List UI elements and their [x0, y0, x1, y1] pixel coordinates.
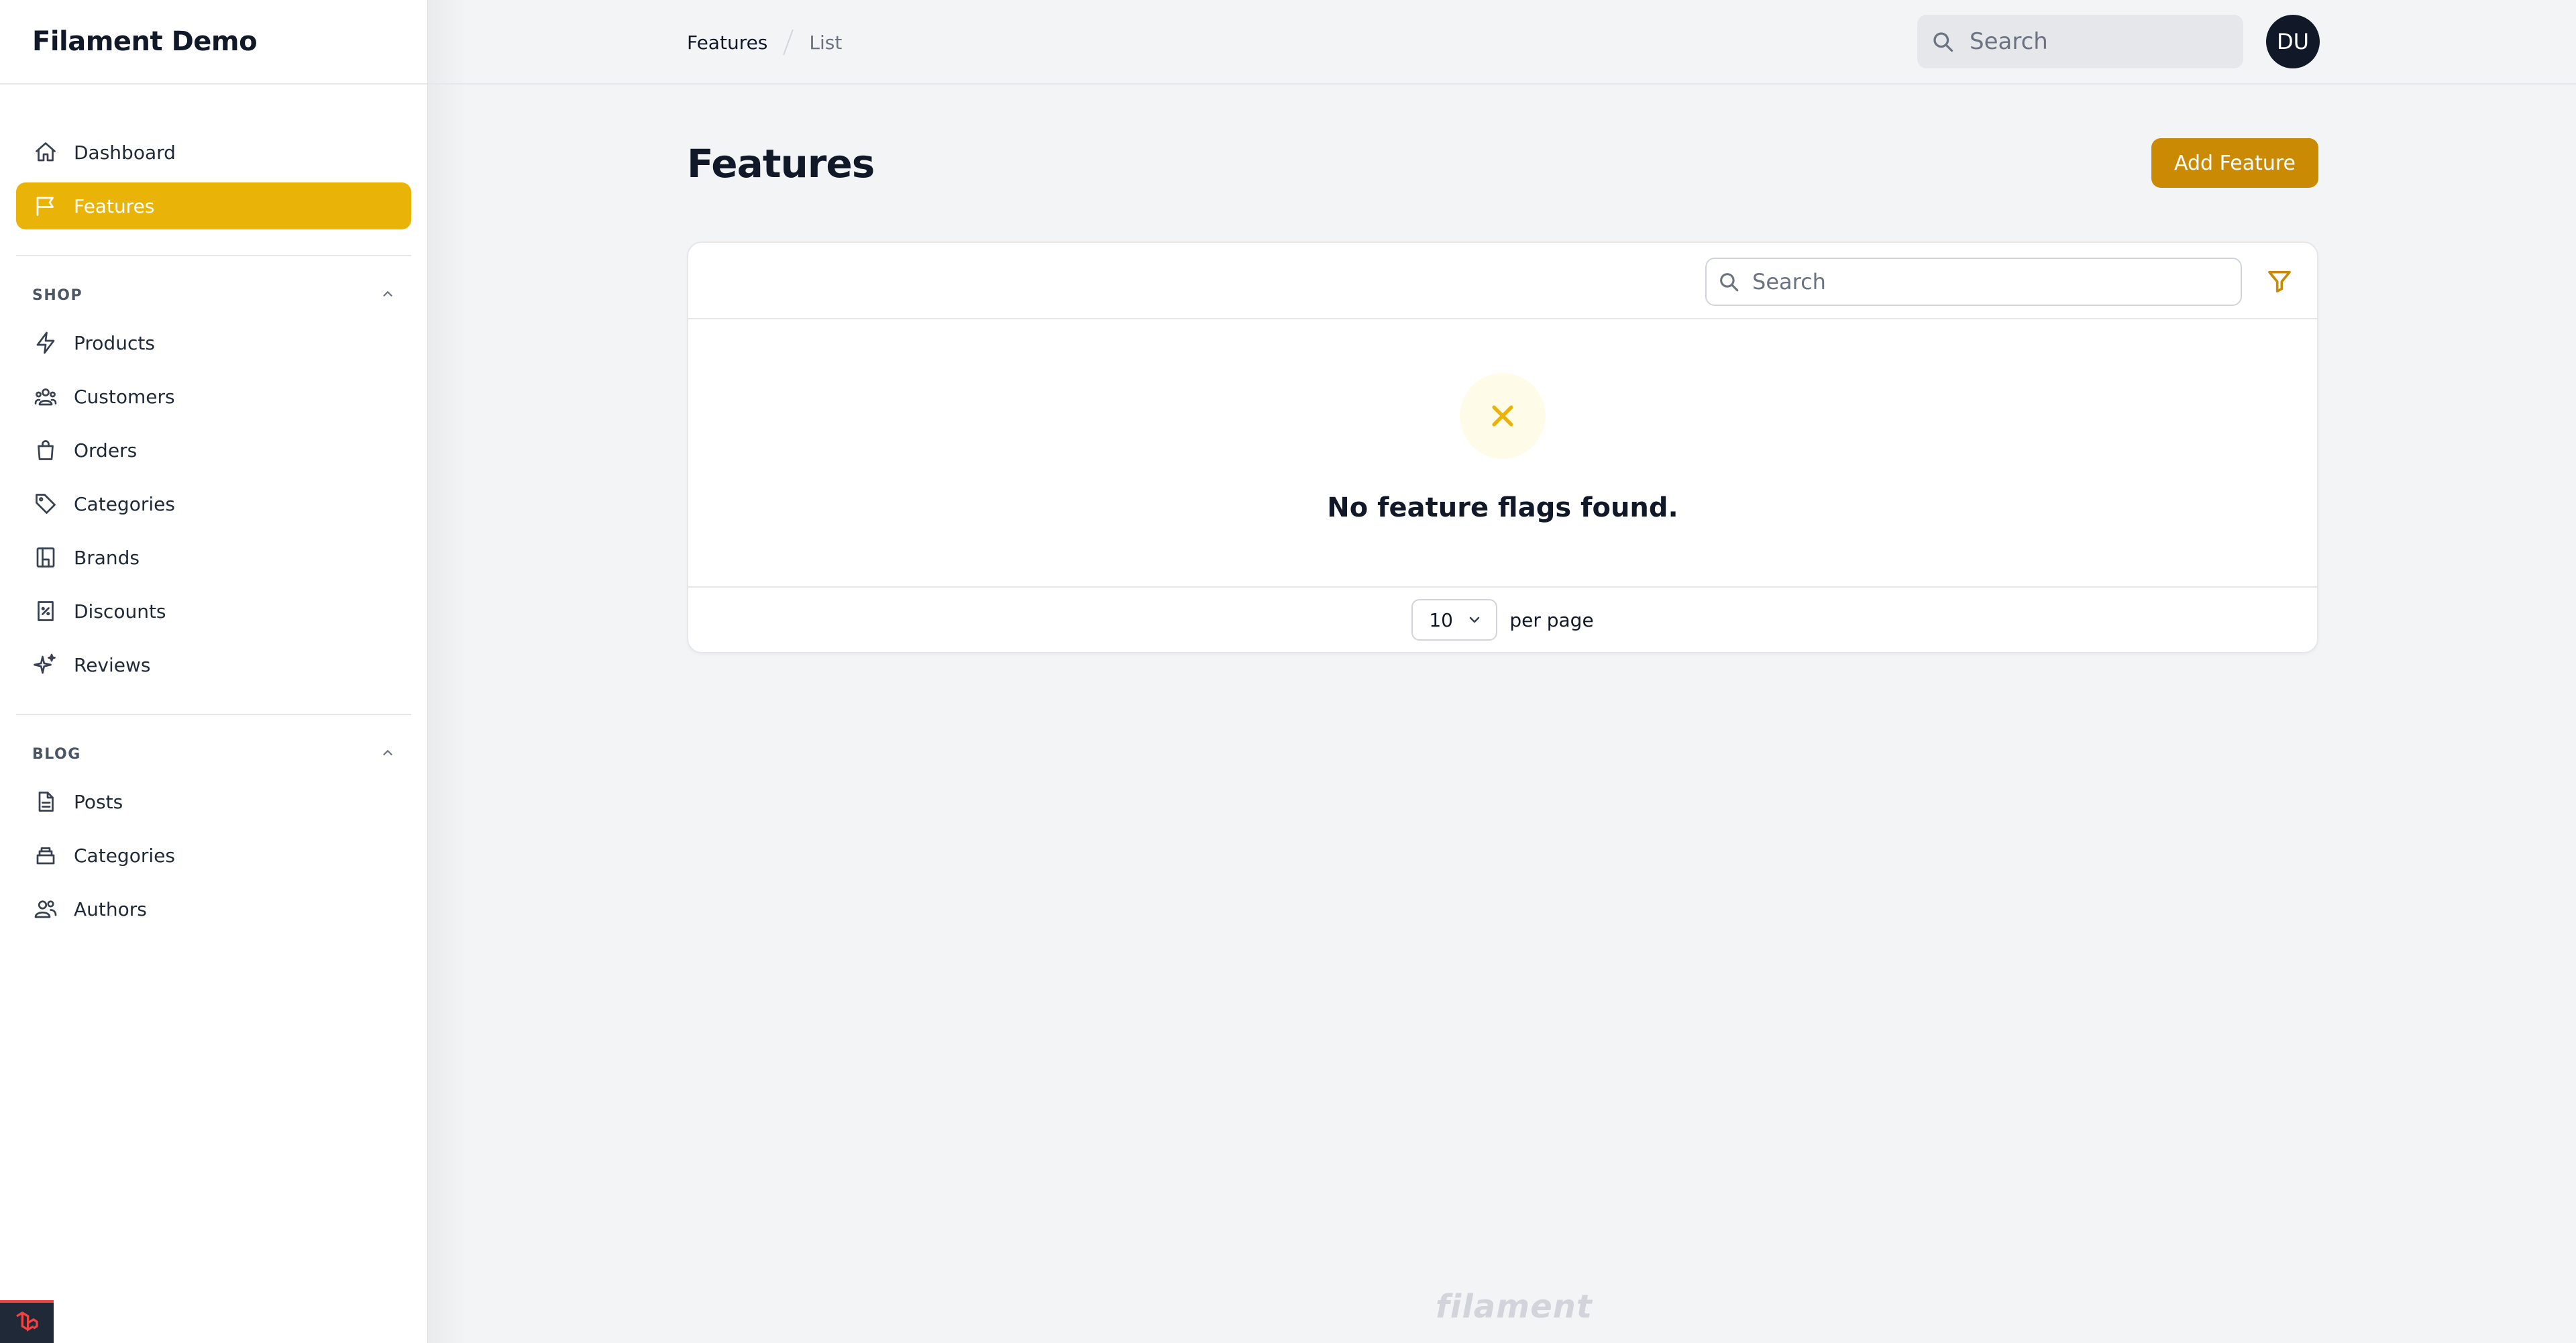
- breadcrumb: Features List: [687, 0, 842, 85]
- building-icon: [32, 544, 59, 571]
- topbar: Features List DU: [428, 0, 2576, 85]
- empty-state-badge: [1460, 373, 1546, 459]
- flag-icon: [32, 193, 59, 219]
- sidebar-item-reviews[interactable]: Reviews: [16, 641, 411, 688]
- pagination: 10 per page: [688, 588, 2317, 652]
- bolt-icon: [32, 329, 59, 356]
- sidebar-item-categories[interactable]: Categories: [16, 480, 411, 527]
- empty-state: No feature flags found.: [688, 319, 2317, 588]
- global-search[interactable]: [1917, 15, 2243, 68]
- sidebar-item-authors[interactable]: Authors: [16, 885, 411, 932]
- group-header-blog[interactable]: BLOG: [16, 741, 411, 767]
- empty-state-message: No feature flags found.: [1327, 492, 1678, 523]
- shopping-bag-icon: [32, 437, 59, 464]
- sidebar-nav: Dashboard Features SHOP Products Custome…: [0, 85, 427, 932]
- users-icon: [32, 383, 59, 410]
- receipt-percent-icon: [32, 598, 59, 625]
- sidebar-item-label: Brands: [74, 546, 140, 569]
- table-toolbar: [688, 243, 2317, 319]
- sidebar-item-customers[interactable]: Customers: [16, 373, 411, 420]
- search-icon: [1933, 32, 1953, 52]
- filter-button[interactable]: [2265, 267, 2294, 297]
- brand-bar: Filament Demo: [0, 0, 427, 85]
- app-brand[interactable]: Filament Demo: [32, 26, 258, 57]
- sidebar-item-label: Categories: [74, 492, 175, 515]
- tag-icon: [32, 490, 59, 517]
- sidebar-item-features[interactable]: Features: [16, 182, 411, 229]
- add-feature-button[interactable]: Add Feature: [2151, 138, 2318, 188]
- per-page-select[interactable]: 10: [1411, 599, 1498, 641]
- user-group-icon: [32, 896, 59, 922]
- sidebar-item-label: Reviews: [74, 653, 151, 676]
- breadcrumb-separator: [783, 29, 794, 56]
- sidebar-item-dashboard[interactable]: Dashboard: [16, 129, 411, 176]
- divider: [16, 255, 411, 256]
- breadcrumb-item-features[interactable]: Features: [687, 32, 767, 54]
- sidebar-item-brands[interactable]: Brands: [16, 534, 411, 581]
- group-title: BLOG: [32, 745, 81, 763]
- sidebar-item-posts[interactable]: Posts: [16, 778, 411, 825]
- sidebar-item-label: Products: [74, 331, 155, 354]
- table-search-input[interactable]: [1752, 269, 2222, 294]
- chevron-up-icon[interactable]: [380, 286, 395, 304]
- sidebar-item-discounts[interactable]: Discounts: [16, 588, 411, 635]
- divider: [16, 714, 411, 715]
- sidebar-item-label: Customers: [74, 385, 175, 408]
- filter-icon: [2268, 270, 2291, 292]
- home-icon: [32, 139, 59, 166]
- group-title: SHOP: [32, 286, 83, 304]
- sidebar-item-label: Authors: [74, 898, 147, 920]
- search-icon: [1720, 273, 1739, 292]
- sparkles-icon: [32, 651, 59, 678]
- sidebar-item-label: Dashboard: [74, 141, 176, 164]
- inbox-stack-icon: [32, 842, 59, 869]
- filament-logo: filament: [1436, 1288, 1593, 1326]
- sidebar-item-label: Discounts: [74, 600, 166, 623]
- sidebar-item-products[interactable]: Products: [16, 319, 411, 366]
- sidebar-item-label: Categories: [74, 844, 175, 867]
- global-search-input[interactable]: [1970, 28, 2224, 55]
- chevron-down-icon: [1470, 616, 1480, 623]
- sidebar: Filament Demo Dashboard Features SHOP Pr…: [0, 0, 468, 1343]
- sidebar-item-label: Posts: [74, 790, 123, 813]
- document-icon: [32, 788, 59, 815]
- per-page-label: per page: [1509, 608, 1594, 631]
- x-mark-icon: [1492, 405, 1513, 427]
- table-search[interactable]: [1705, 258, 2242, 306]
- page-header: Features Add Feature: [687, 138, 2318, 189]
- sidebar-item-orders[interactable]: Orders: [16, 427, 411, 474]
- sidebar-item-label: Orders: [74, 439, 138, 462]
- breadcrumb-item-list: List: [809, 31, 843, 54]
- laravel-debug-icon[interactable]: [0, 1300, 54, 1343]
- group-header-shop[interactable]: SHOP: [16, 282, 411, 309]
- per-page-value: 10: [1429, 608, 1453, 631]
- page-title: Features: [687, 141, 875, 186]
- sidebar-item-blog-categories[interactable]: Categories: [16, 832, 411, 879]
- sidebar-item-label: Features: [74, 195, 155, 217]
- chevron-up-icon[interactable]: [380, 745, 395, 763]
- features-table: No feature flags found. 10 per page: [687, 241, 2318, 653]
- avatar[interactable]: DU: [2266, 15, 2320, 68]
